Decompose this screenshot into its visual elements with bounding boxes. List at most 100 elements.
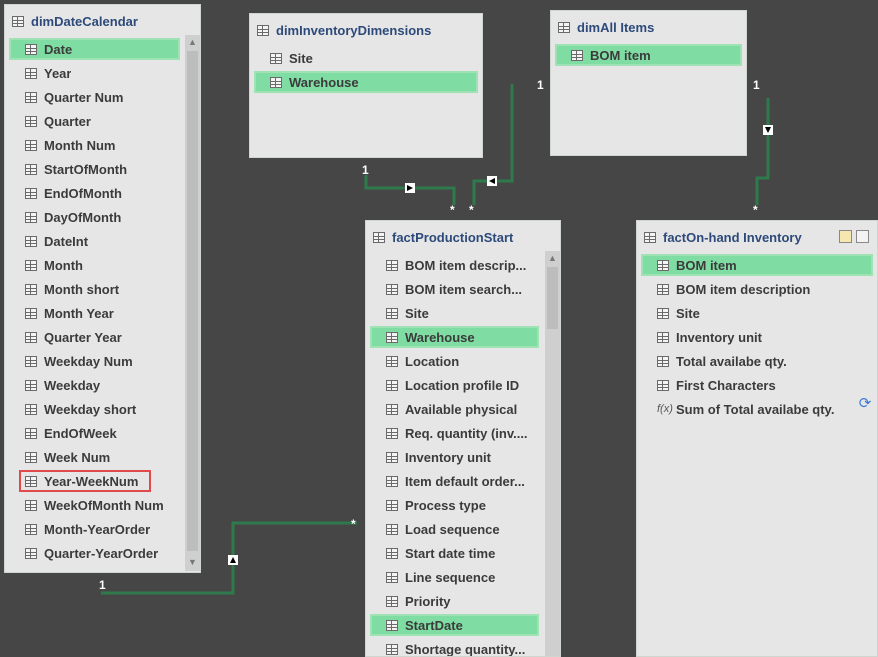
field-row[interactable]: Year (5, 61, 184, 85)
field-row[interactable]: EndOfMonth (5, 181, 184, 205)
table-icon (373, 231, 385, 243)
column-icon (25, 235, 37, 247)
field-row[interactable]: Weekday short (5, 397, 184, 421)
field-row[interactable]: Location profile ID (366, 373, 543, 397)
column-icon (386, 283, 398, 295)
table-dimDateCalendar[interactable]: dimDateCalendar Date Year Quarter Num Qu… (4, 4, 201, 573)
field-row[interactable]: Load sequence (366, 517, 543, 541)
field-row[interactable]: Quarter (5, 109, 184, 133)
one-label-allitems: 1 (537, 78, 544, 92)
maximize-icon[interactable] (856, 230, 869, 243)
table-header[interactable]: dimAll Items (551, 11, 746, 43)
field-row[interactable]: Month short (5, 277, 184, 301)
field-row[interactable]: DayOfMonth (5, 205, 184, 229)
field-row[interactable]: Month-YearOrder (5, 517, 184, 541)
column-icon (386, 571, 398, 583)
field-row[interactable]: Site (366, 301, 543, 325)
field-row[interactable]: Month Year (5, 301, 184, 325)
scroll-up-icon[interactable]: ▲ (545, 253, 560, 263)
scroll-thumb[interactable] (547, 267, 558, 329)
field-row[interactable]: Start date time (366, 541, 543, 565)
column-icon (386, 523, 398, 535)
table-icon (644, 231, 656, 243)
table-title: factOn-hand Inventory (663, 229, 802, 245)
column-icon (657, 355, 669, 367)
field-row[interactable]: Req. quantity (inv.... (366, 421, 543, 445)
table-dimAllItems[interactable]: dimAll Items BOM item (550, 10, 747, 156)
field-row[interactable]: Site (250, 46, 482, 70)
field-row[interactable]: Inventory unit (637, 325, 877, 349)
table-dimInventoryDimensions[interactable]: dimInventoryDimensions Site Warehouse (249, 13, 483, 158)
field-row[interactable]: BOM item description (637, 277, 877, 301)
column-icon (25, 283, 37, 295)
field-row[interactable]: BOM item descrip... (366, 253, 543, 277)
many-label-production-1: * (450, 203, 455, 217)
field-list: Date Year Quarter Num Quarter Month Num … (5, 37, 184, 572)
field-row[interactable]: Available physical (366, 397, 543, 421)
field-row[interactable]: Warehouse (366, 325, 543, 349)
field-row[interactable]: StartDate (366, 613, 543, 637)
column-icon (657, 259, 669, 271)
column-icon (386, 403, 398, 415)
column-icon (25, 355, 37, 367)
field-row[interactable]: StartOfMonth (5, 157, 184, 181)
hierarchy-icon[interactable] (839, 230, 852, 243)
table-title: dimAll Items (577, 19, 655, 35)
field-row-highlighted[interactable]: Year-WeekNum (5, 469, 184, 493)
field-row[interactable]: Week Num (5, 445, 184, 469)
table-header[interactable]: factProductionStart (366, 221, 560, 253)
column-icon (25, 307, 37, 319)
column-icon (657, 331, 669, 343)
column-icon (25, 259, 37, 271)
column-icon (386, 259, 398, 271)
vertical-scrollbar[interactable]: ▲ (545, 251, 560, 656)
column-icon (386, 499, 398, 511)
field-row[interactable]: Item default order... (366, 469, 543, 493)
many-label-production-2: * (469, 203, 474, 217)
field-row[interactable]: Site (637, 301, 877, 325)
column-icon (25, 379, 37, 391)
field-row[interactable]: First Characters (637, 373, 877, 397)
field-row[interactable]: Inventory unit (366, 445, 543, 469)
field-row[interactable]: Quarter Num (5, 85, 184, 109)
field-row[interactable]: Date (5, 37, 184, 61)
field-row[interactable]: Month Num (5, 133, 184, 157)
field-row[interactable]: BOM item (551, 43, 746, 67)
field-row[interactable]: Total availabe qty. (637, 349, 877, 373)
field-row[interactable]: Location (366, 349, 543, 373)
field-row[interactable]: Process type (366, 493, 543, 517)
column-icon (386, 475, 398, 487)
vertical-scrollbar[interactable]: ▲ ▼ (185, 35, 200, 571)
measure-row[interactable]: f(x) Sum of Total availabe qty. (637, 397, 877, 421)
field-row[interactable]: Warehouse (250, 70, 482, 94)
field-row[interactable]: Weekday (5, 373, 184, 397)
field-row[interactable]: DateInt (5, 229, 184, 253)
column-icon (386, 427, 398, 439)
field-row[interactable]: Quarter Year (5, 325, 184, 349)
column-icon (657, 283, 669, 295)
field-row[interactable]: BOM item search... (366, 277, 543, 301)
field-row[interactable]: BOM item (637, 253, 877, 277)
column-icon (25, 523, 37, 535)
scroll-down-icon[interactable]: ▼ (185, 557, 200, 567)
field-row[interactable]: EndOfWeek (5, 421, 184, 445)
field-row[interactable]: Month (5, 253, 184, 277)
one-label-date: 1 (99, 578, 106, 592)
scroll-up-icon[interactable]: ▲ (185, 37, 200, 47)
field-row[interactable]: Quarter-YearOrder (5, 541, 184, 565)
field-row[interactable]: Priority (366, 589, 543, 613)
field-row[interactable]: Weekday Num (5, 349, 184, 373)
table-header[interactable]: dimInventoryDimensions (250, 14, 482, 46)
column-icon (386, 451, 398, 463)
scroll-thumb[interactable] (187, 51, 198, 551)
table-title: dimDateCalendar (31, 13, 138, 29)
field-row[interactable]: WeekOfMonth Num (5, 493, 184, 517)
table-factProductionStart[interactable]: factProductionStart BOM item descrip... … (365, 220, 561, 657)
field-row[interactable]: Shortage quantity... (366, 637, 543, 656)
table-header[interactable]: dimDateCalendar (5, 5, 200, 37)
table-icon (12, 15, 24, 27)
column-icon (270, 52, 282, 64)
table-factOnhandInventory[interactable]: factOn-hand Inventory BOM item BOM item … (636, 220, 878, 657)
refresh-icon[interactable]: ⟳ (857, 396, 873, 412)
field-row[interactable]: Line sequence (366, 565, 543, 589)
